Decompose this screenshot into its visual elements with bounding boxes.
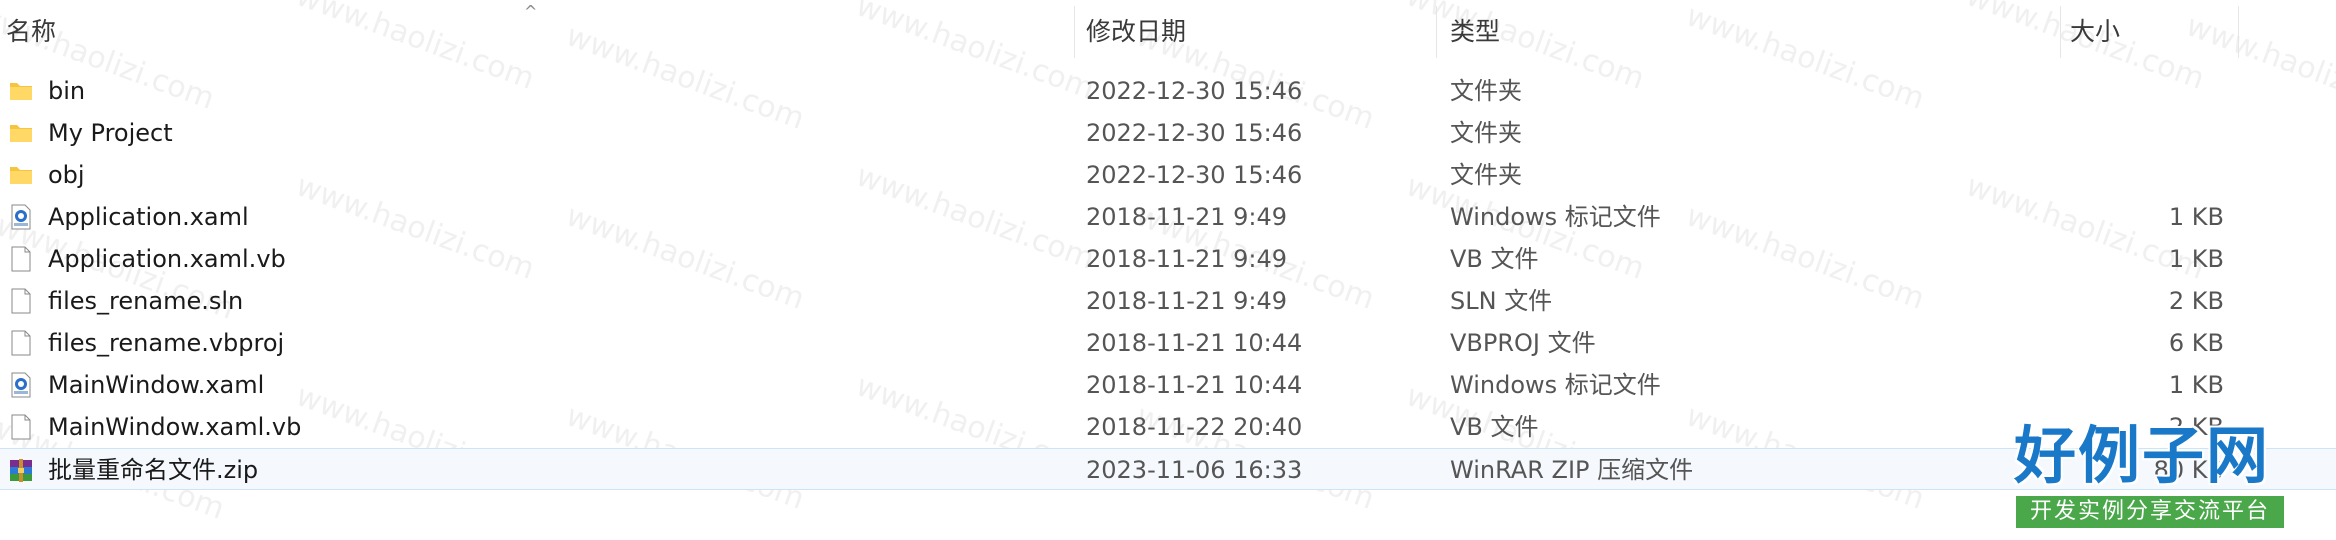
logo-subtitle: 开发实例分享交流平台 xyxy=(2016,496,2284,528)
file-date-modified: 2018-11-22 20:40 xyxy=(1086,413,1303,441)
file-name: 批量重命名文件.zip xyxy=(48,456,259,484)
list-item[interactable]: MainWindow.xaml 2018-11-21 10:44 Windows… xyxy=(0,364,2336,406)
file-name: obj xyxy=(48,161,85,189)
list-item[interactable]: My Project 2022-12-30 15:46 文件夹 xyxy=(0,112,2336,154)
column-header-date-modified[interactable]: 修改日期 xyxy=(1086,0,1186,64)
file-type: SLN 文件 xyxy=(1450,287,1553,315)
column-header-name[interactable]: 名称 xyxy=(6,0,56,64)
file-date-modified: 2022-12-30 15:46 xyxy=(1086,119,1303,147)
site-logo: 好例子网 开发实例分享交流平台 xyxy=(2014,420,2284,532)
file-date-modified: 2018-11-21 10:44 xyxy=(1086,371,1303,399)
file-type: WinRAR ZIP 压缩文件 xyxy=(1450,456,1694,484)
file-size: 1 KB xyxy=(2168,371,2224,399)
column-divider[interactable] xyxy=(1074,6,1075,58)
list-item[interactable]: MainWindow.xaml.vb 2018-11-22 20:40 VB 文… xyxy=(0,406,2336,448)
file-icon xyxy=(8,246,34,272)
winrar-archive-icon xyxy=(8,457,34,483)
file-name: MainWindow.xaml xyxy=(48,371,265,399)
file-date-modified: 2018-11-21 9:49 xyxy=(1086,287,1287,315)
file-type: Windows 标记文件 xyxy=(1450,371,1661,399)
file-size: 1 KB xyxy=(2168,203,2224,231)
sort-ascending-icon: ^ xyxy=(524,2,538,21)
list-item[interactable]: files_rename.sln 2018-11-21 9:49 SLN 文件 … xyxy=(0,280,2336,322)
file-type: 文件夹 xyxy=(1450,119,1522,147)
logo-title: 好例子网 xyxy=(2014,419,2271,492)
list-item[interactable]: bin 2022-12-30 15:46 文件夹 xyxy=(0,70,2336,112)
list-item[interactable]: Application.xaml 2018-11-21 9:49 Windows… xyxy=(0,196,2336,238)
file-name: files_rename.vbproj xyxy=(48,329,285,357)
folder-icon xyxy=(8,78,34,104)
file-name: Application.xaml.vb xyxy=(48,245,286,273)
file-type: Windows 标记文件 xyxy=(1450,203,1661,231)
file-name: Application.xaml xyxy=(48,203,249,231)
file-date-modified: 2022-12-30 15:46 xyxy=(1086,77,1303,105)
file-type: VB 文件 xyxy=(1450,413,1539,441)
file-size: 2 KB xyxy=(2168,287,2224,315)
file-type: 文件夹 xyxy=(1450,161,1522,189)
xaml-file-icon xyxy=(8,372,34,398)
list-item[interactable]: files_rename.vbproj 2018-11-21 10:44 VBP… xyxy=(0,322,2336,364)
folder-icon xyxy=(8,162,34,188)
file-size: 6 KB xyxy=(2168,329,2224,357)
list-item-selected[interactable]: 批量重命名文件.zip 2023-11-06 16:33 WinRAR ZIP … xyxy=(0,448,2336,490)
column-header: 名称 ^ 修改日期 类型 大小 xyxy=(0,0,2336,64)
file-size: 1 KB xyxy=(2168,245,2224,273)
column-header-type[interactable]: 类型 xyxy=(1450,0,1500,64)
file-icon xyxy=(8,288,34,314)
file-date-modified: 2018-11-21 10:44 xyxy=(1086,329,1303,357)
file-type: VB 文件 xyxy=(1450,245,1539,273)
file-type: 文件夹 xyxy=(1450,77,1522,105)
list-item[interactable]: Application.xaml.vb 2018-11-21 9:49 VB 文… xyxy=(0,238,2336,280)
file-type: VBPROJ 文件 xyxy=(1450,329,1596,357)
file-date-modified: 2023-11-06 16:33 xyxy=(1086,456,1303,484)
column-divider[interactable] xyxy=(2060,6,2061,58)
file-date-modified: 2018-11-21 9:49 xyxy=(1086,203,1287,231)
file-name: MainWindow.xaml.vb xyxy=(48,413,302,441)
file-name: My Project xyxy=(48,119,173,147)
file-name: bin xyxy=(48,77,86,105)
column-header-size[interactable]: 大小 xyxy=(2070,0,2120,64)
folder-icon xyxy=(8,120,34,146)
column-divider[interactable] xyxy=(2238,6,2239,58)
column-divider[interactable] xyxy=(1436,6,1437,58)
file-date-modified: 2018-11-21 9:49 xyxy=(1086,245,1287,273)
file-name: files_rename.sln xyxy=(48,287,244,315)
file-date-modified: 2022-12-30 15:46 xyxy=(1086,161,1303,189)
file-icon xyxy=(8,330,34,356)
xaml-file-icon xyxy=(8,204,34,230)
file-icon xyxy=(8,414,34,440)
list-item[interactable]: obj 2022-12-30 15:46 文件夹 xyxy=(0,154,2336,196)
